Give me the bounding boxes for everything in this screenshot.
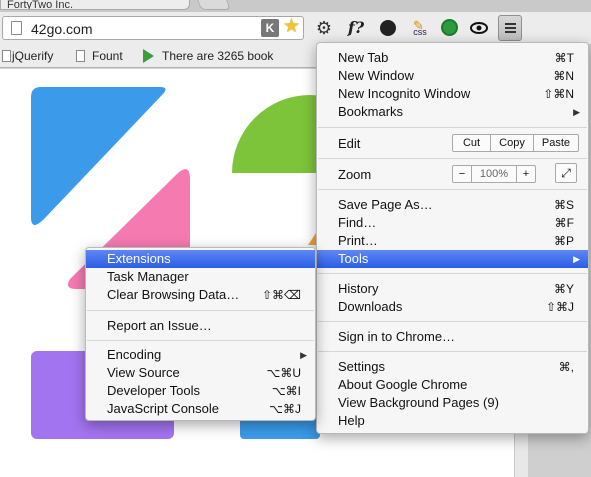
menu-new-tab[interactable]: New Tab ⌘T bbox=[317, 49, 588, 67]
gear-icon[interactable]: ⚙ bbox=[313, 17, 335, 39]
new-tab-button[interactable] bbox=[195, 0, 231, 10]
css-extension-icon[interactable]: css bbox=[407, 11, 433, 41]
paste-button[interactable]: Paste bbox=[534, 135, 578, 151]
bookmark-play-icon bbox=[143, 49, 154, 63]
menu-about-chrome[interactable]: About Google Chrome bbox=[317, 376, 588, 394]
k-extension-icon[interactable]: K bbox=[261, 19, 279, 37]
timer-extension-icon[interactable] bbox=[438, 17, 460, 39]
chrome-menu-button[interactable] bbox=[498, 15, 522, 41]
menu-report-issue[interactable]: Report an Issue… bbox=[86, 317, 315, 335]
fullscreen-icon[interactable]: ⤢ bbox=[555, 163, 577, 183]
menu-find[interactable]: Find… ⌘F bbox=[317, 214, 588, 232]
menu-new-incognito-window[interactable]: New Incognito Window ⇧⌘N bbox=[317, 85, 588, 103]
menu-javascript-console[interactable]: JavaScript Console ⌥⌘J bbox=[86, 400, 315, 418]
menu-developer-tools[interactable]: Developer Tools ⌥⌘I bbox=[86, 382, 315, 400]
menu-clear-browsing-data[interactable]: Clear Browsing Data… ⇧⌘⌫ bbox=[86, 286, 315, 304]
tab-close-icon[interactable]: × bbox=[175, 0, 181, 4]
copy-button[interactable]: Copy bbox=[491, 135, 533, 151]
url-text: 42go.com bbox=[31, 21, 93, 37]
bookmark-jquerify[interactable]: jQuerify bbox=[12, 49, 53, 63]
menu-background-pages[interactable]: View Background Pages (9) bbox=[317, 394, 588, 412]
browser-tab[interactable]: FortyTwo Inc. × bbox=[0, 0, 190, 10]
menu-encoding[interactable]: Encoding ▶ bbox=[86, 346, 315, 364]
hamburger-icon bbox=[505, 23, 516, 25]
submenu-arrow-icon: ▶ bbox=[300, 350, 307, 360]
chrome-main-menu: New Tab ⌘T New Window ⌘N New Incognito Win… bbox=[316, 42, 589, 434]
address-bar[interactable]: 42go.com K ★ bbox=[2, 16, 304, 40]
menu-new-window[interactable]: New Window ⌘N bbox=[317, 67, 588, 85]
menu-task-manager[interactable]: Task Manager bbox=[86, 268, 315, 286]
tab-strip: FortyTwo Inc. × bbox=[0, 0, 591, 12]
bookmark-star-icon[interactable]: ★ bbox=[283, 17, 300, 37]
menu-help[interactable]: Help bbox=[317, 412, 588, 430]
menu-separator bbox=[87, 310, 314, 311]
menu-separator bbox=[318, 273, 587, 274]
page-icon bbox=[11, 21, 22, 35]
menu-print[interactable]: Print… ⌘P bbox=[317, 232, 588, 250]
bookmark-fount[interactable]: Fount bbox=[92, 49, 123, 63]
menu-tools[interactable]: Tools ▶ bbox=[317, 250, 588, 268]
zoom-control: − 100% + bbox=[452, 165, 536, 183]
submenu-arrow-icon: ▶ bbox=[573, 107, 580, 117]
orange-corner bbox=[308, 233, 316, 245]
eye-icon[interactable] bbox=[468, 17, 490, 39]
zoom-level: 100% bbox=[479, 168, 509, 180]
tab-title: FortyTwo Inc. bbox=[7, 0, 74, 10]
menu-separator bbox=[87, 340, 314, 341]
menu-downloads[interactable]: Downloads ⇧⌘J bbox=[317, 298, 588, 316]
menu-history[interactable]: History ⌘Y bbox=[317, 280, 588, 298]
bookmark-doc-icon bbox=[2, 50, 11, 62]
bookmark-3265-books[interactable]: There are 3265 book bbox=[162, 49, 273, 63]
blue-triangle bbox=[31, 87, 166, 226]
function-extension-icon[interactable]: f? bbox=[345, 17, 367, 39]
menu-separator bbox=[318, 127, 587, 128]
menu-sign-in[interactable]: Sign in to Chrome… bbox=[317, 328, 588, 346]
octocat-icon[interactable] bbox=[377, 17, 399, 39]
menu-bookmarks[interactable]: Bookmarks ▶ bbox=[317, 103, 588, 121]
bookmark-doc-icon bbox=[76, 50, 85, 62]
edit-button-group: Cut Copy Paste bbox=[452, 134, 579, 152]
menu-save-page[interactable]: Save Page As… ⌘S bbox=[317, 196, 588, 214]
menu-separator bbox=[318, 158, 587, 159]
menu-separator bbox=[318, 321, 587, 322]
submenu-arrow-icon: ▶ bbox=[573, 254, 580, 264]
menu-settings[interactable]: Settings ⌘, bbox=[317, 358, 588, 376]
menu-separator bbox=[318, 189, 587, 190]
menu-separator bbox=[318, 351, 587, 352]
cut-button[interactable]: Cut bbox=[453, 135, 490, 151]
zoom-in-button[interactable]: + bbox=[517, 166, 535, 182]
tools-submenu: Extensions Task Manager Clear Browsing D… bbox=[85, 247, 316, 421]
menu-extensions[interactable]: Extensions bbox=[86, 250, 315, 268]
zoom-out-button[interactable]: − bbox=[453, 166, 471, 182]
menu-view-source[interactable]: View Source ⌥⌘U bbox=[86, 364, 315, 382]
